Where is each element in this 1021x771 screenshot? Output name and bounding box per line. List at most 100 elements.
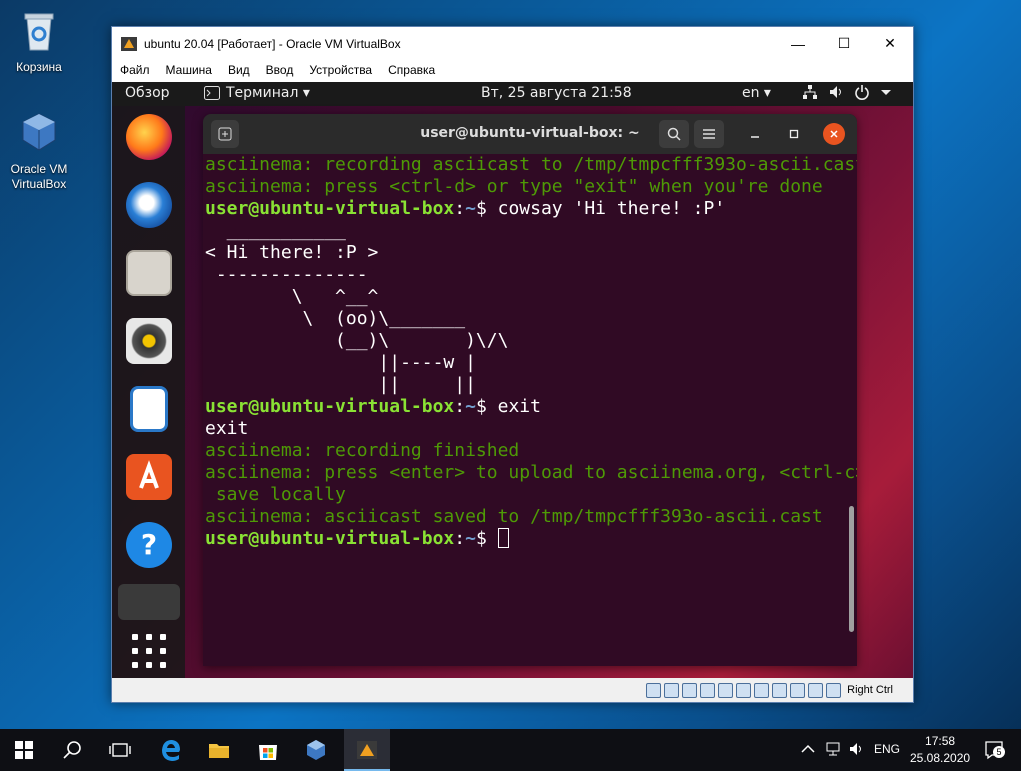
terminal-line: -------------- [205, 264, 857, 286]
close-icon [830, 130, 838, 138]
windows-start-icon[interactable] [12, 738, 36, 762]
terminal-line: < Hi there! :P > [205, 242, 857, 264]
search-icon [667, 127, 681, 141]
action-center-button[interactable]: 5 [984, 740, 1005, 760]
virtualbox-window: ubuntu 20.04 [Работает] - Oracle VM Virt… [111, 26, 914, 703]
activities-button[interactable]: Обзор [125, 85, 170, 101]
terminal-line: user@ubuntu-virtual-box:~$ exit [205, 396, 857, 418]
dvd-drive-icon[interactable] [118, 584, 180, 620]
maximize-button[interactable]: ☐ [821, 28, 867, 60]
app-menu[interactable]: Терминал ▾ [204, 85, 310, 101]
terminal-line: \ ^__^ [205, 286, 857, 308]
prompt-path: ~ [465, 198, 476, 219]
output-text: asciinema: recording asciicast to /tmp/t… [205, 154, 857, 175]
vm-window-taskbar-button[interactable] [344, 729, 390, 771]
task-view-icon[interactable] [108, 738, 132, 762]
edge-icon[interactable] [159, 738, 183, 762]
vt-x-status-icon[interactable] [790, 682, 806, 698]
input-language[interactable]: en ▾ [742, 85, 771, 101]
maximize-icon [789, 129, 799, 139]
microsoft-store-icon[interactable] [256, 738, 280, 762]
mouse-integration-status-icon[interactable] [808, 682, 824, 698]
rhythmbox-icon[interactable] [126, 318, 172, 364]
output-text: \ (oo)\_______ [205, 308, 466, 329]
chevron-down-icon [881, 90, 891, 95]
terminal-headerbar[interactable]: user@ubuntu-virtual-box: ~ [203, 114, 857, 154]
apps-grid-icon [132, 634, 166, 668]
prompt-separator: : [454, 396, 466, 417]
thunderbird-icon[interactable] [126, 182, 172, 228]
menu-machine[interactable]: Машина [166, 63, 212, 77]
file-explorer-icon[interactable] [207, 738, 231, 762]
shared-folders-status-icon[interactable] [736, 682, 752, 698]
terminal-output[interactable]: asciinema: recording asciicast to /tmp/t… [203, 154, 857, 666]
output-text: < Hi there! :P > [205, 242, 379, 263]
input-language-indicator[interactable]: ENG [874, 742, 900, 756]
menu-file[interactable]: Файл [120, 63, 150, 77]
libreoffice-writer-icon[interactable] [130, 386, 168, 432]
trash-icon [24, 13, 54, 51]
terminal-line: asciinema: recording finished [205, 440, 857, 462]
prompt-path: ~ [465, 396, 476, 417]
taskbar-clock[interactable]: 17:58 25.08.2020 [910, 733, 970, 767]
virtualbox-icon [22, 113, 56, 151]
help-icon[interactable]: ? [126, 522, 172, 568]
display-status-icon[interactable] [754, 682, 770, 698]
minimize-icon [751, 136, 759, 138]
prompt-separator: : [454, 198, 466, 219]
terminal-scrollbar[interactable] [849, 506, 854, 632]
menu-button[interactable] [694, 120, 724, 148]
menu-devices[interactable]: Устройства [309, 63, 372, 77]
windows-taskbar: ENG 17:58 25.08.2020 5 [0, 729, 1021, 771]
prompt-dollar: $ [475, 528, 487, 549]
terminal-window[interactable]: user@ubuntu-virtual-box: ~ asciinema: re… [203, 114, 857, 666]
volume-icon[interactable] [849, 741, 865, 757]
recording-status-icon[interactable] [772, 682, 788, 698]
text-cursor [497, 528, 509, 548]
terminal-close-button[interactable] [823, 123, 845, 145]
minimize-button[interactable]: — [775, 28, 821, 60]
terminal-minimize-button[interactable] [744, 123, 766, 145]
menu-help[interactable]: Справка [388, 63, 435, 77]
command-text: exit [486, 396, 541, 417]
usb-status-icon[interactable] [718, 682, 734, 698]
vbox-titlebar[interactable]: ubuntu 20.04 [Работает] - Oracle VM Virt… [112, 27, 913, 60]
chevron-up-icon[interactable] [800, 741, 816, 757]
network-status-icon[interactable] [700, 682, 716, 698]
terminal-maximize-button[interactable] [783, 123, 805, 145]
terminal-line: ___________ [205, 220, 857, 242]
prompt-dollar: $ [475, 396, 487, 417]
terminal-line: save locally [205, 484, 857, 506]
recycle-bin-icon[interactable]: Корзина [4, 8, 74, 75]
search-icon[interactable] [60, 738, 84, 762]
terminal-small-icon [204, 86, 220, 100]
search-button[interactable] [659, 120, 689, 148]
software-center-icon[interactable] [126, 454, 172, 500]
menu-input[interactable]: Ввод [266, 63, 294, 77]
prompt-user: user@ubuntu-virtual-box [205, 198, 455, 219]
close-button[interactable]: ✕ [867, 28, 913, 60]
optical-drive-status-icon[interactable] [664, 682, 680, 698]
menu-view[interactable]: Вид [228, 63, 250, 77]
system-tray[interactable] [802, 84, 892, 100]
output-text: ___________ [205, 220, 346, 241]
network-icon[interactable] [825, 741, 841, 757]
vbox-statusbar: Right Ctrl [112, 678, 913, 702]
hdd-status-icon[interactable] [646, 682, 662, 698]
audio-status-icon[interactable] [682, 682, 698, 698]
output-text: -------------- [205, 264, 368, 285]
keyboard-status-icon[interactable] [826, 682, 842, 698]
output-text: asciinema: recording finished [205, 440, 520, 461]
prompt-user: user@ubuntu-virtual-box [205, 528, 455, 549]
virtualbox-desktop-icon[interactable]: Oracle VM VirtualBox [4, 110, 74, 192]
power-icon [855, 85, 869, 100]
guest-screen[interactable]: Обзор Терминал ▾ Вт, 25 августа 21:58 en… [112, 82, 913, 680]
clock[interactable]: Вт, 25 августа 21:58 [481, 85, 632, 101]
virtualbox-taskbar-icon[interactable] [304, 738, 328, 762]
show-applications-icon[interactable] [126, 628, 172, 674]
files-icon[interactable] [126, 250, 172, 296]
taskbar-time: 17:58 [925, 734, 956, 748]
software-a-icon [139, 460, 159, 489]
output-text: ||----w | [205, 352, 476, 373]
firefox-icon[interactable] [126, 114, 172, 160]
